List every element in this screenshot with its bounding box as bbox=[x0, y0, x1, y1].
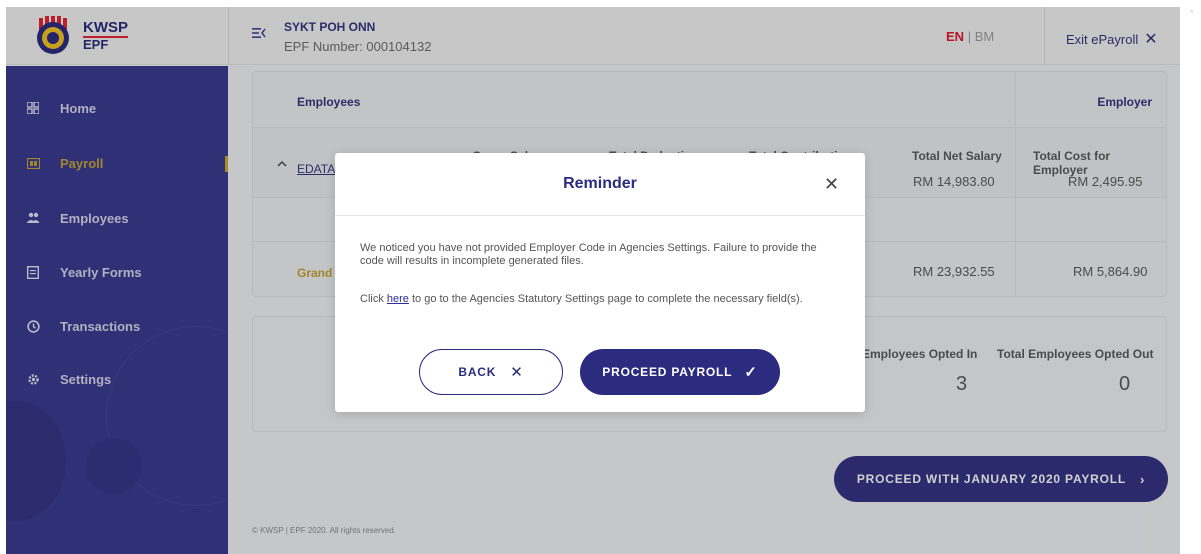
proceed-payroll-label: PROCEED PAYROLL bbox=[602, 365, 733, 379]
agencies-settings-link[interactable]: here bbox=[387, 293, 409, 305]
message-prefix: Click bbox=[360, 293, 387, 305]
close-icon: ✕ bbox=[510, 364, 524, 381]
back-button[interactable]: BACK ✕ bbox=[419, 349, 563, 395]
reminder-message: We noticed you have not provided Employe… bbox=[360, 242, 817, 267]
dialog-divider bbox=[335, 215, 865, 216]
reminder-dialog: Reminder ✕ We noticed you have not provi… bbox=[335, 153, 865, 412]
message-suffix: to go to the Agencies Statutory Settings… bbox=[408, 293, 803, 305]
settings-link-message: Click here to go to the Agencies Statuto… bbox=[360, 293, 840, 306]
dialog-title: Reminder bbox=[563, 175, 637, 192]
app-frame: KWSP EPF SYKT POH ONN EPF Number: 000104… bbox=[6, 7, 1180, 554]
close-icon[interactable]: ✕ bbox=[824, 174, 839, 195]
back-label: BACK bbox=[458, 365, 497, 379]
proceed-payroll-button[interactable]: PROCEED PAYROLL ✓ bbox=[580, 349, 780, 395]
scroll-indicator: ^ bbox=[1190, 10, 1194, 17]
checkmark-icon: ✓ bbox=[744, 364, 758, 381]
